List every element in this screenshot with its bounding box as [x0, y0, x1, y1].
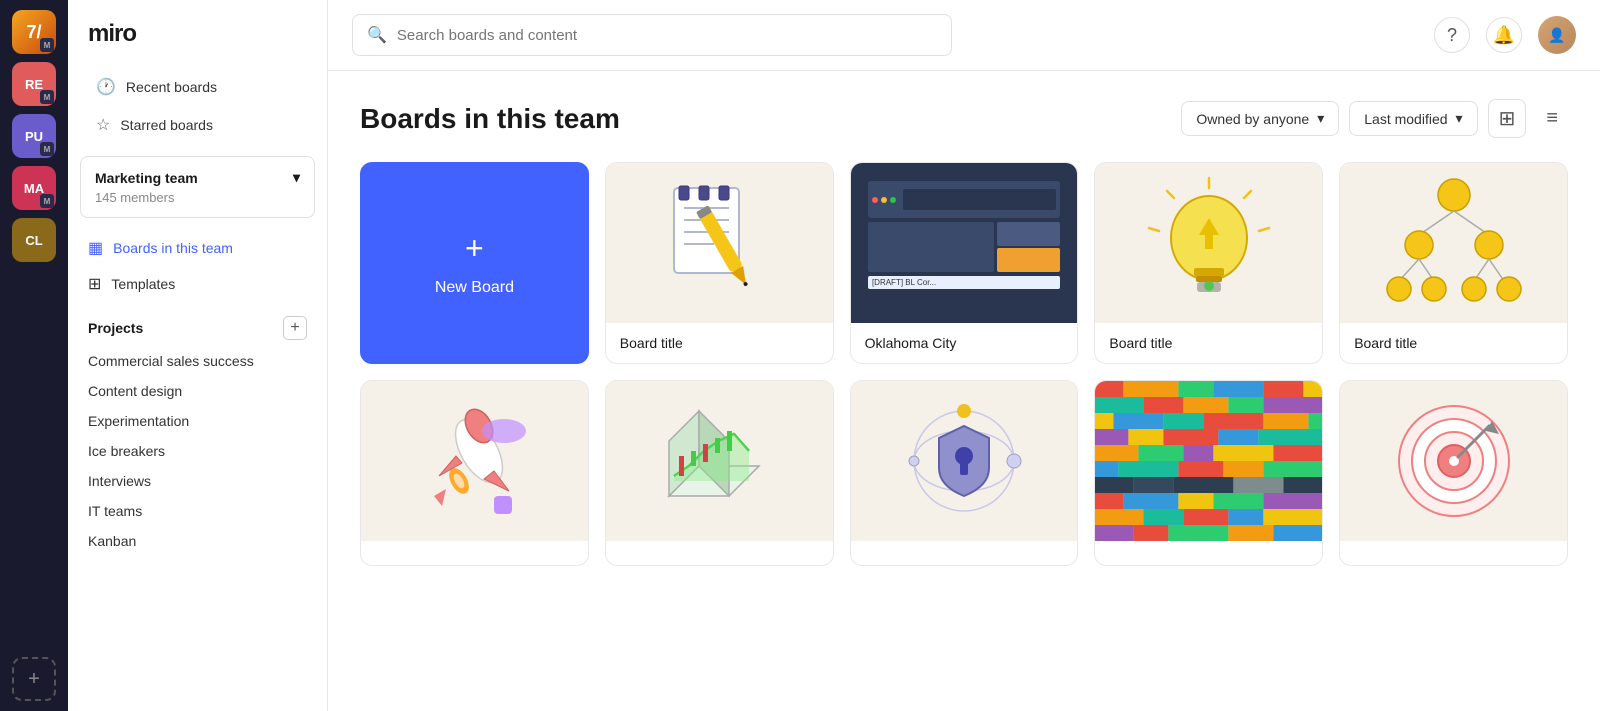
badge-4: M — [40, 194, 54, 208]
help-button[interactable]: ? — [1434, 17, 1470, 53]
badge-1: M — [40, 38, 54, 52]
board-card-7[interactable] — [850, 380, 1079, 566]
sidebar-item-boards-in-team[interactable]: ▦ Boards in this team — [68, 230, 327, 266]
board-card-6[interactable] — [605, 380, 834, 566]
board-thumbnail-7 — [851, 381, 1078, 541]
board-card-4[interactable]: Board title — [1339, 162, 1568, 364]
board-card-3[interactable]: Board title — [1094, 162, 1323, 364]
star-icon: ☆ — [96, 115, 110, 135]
project-item-it-teams[interactable]: IT teams — [68, 496, 327, 526]
board-title-2: Oklahoma City — [865, 335, 1064, 351]
rocket-illustration — [404, 391, 544, 531]
icon-bar: 7/ M RE M PU M MA M CL + — [0, 0, 68, 711]
board-card-8[interactable] — [1094, 380, 1323, 566]
board-title-4: Board title — [1354, 335, 1553, 351]
board-thumbnail-9 — [1340, 381, 1567, 541]
board-card-2[interactable]: [DRAFT] BL Cor... Oklahoma City — [850, 162, 1079, 364]
board-thumbnail-1 — [606, 163, 833, 323]
board-info-5 — [361, 541, 588, 565]
new-board-card[interactable]: + New Board — [360, 162, 589, 364]
board-info-4: Board title — [1340, 323, 1567, 363]
add-project-button[interactable]: + — [283, 316, 307, 340]
more-options-button[interactable]: ≡ — [1536, 101, 1568, 136]
chevron-down-icon: ▾ — [1456, 110, 1463, 127]
board-info-2: Oklahoma City — [851, 323, 1078, 363]
main-area: 🔍 ? 🔔 👤 Boards in this team Owned by any… — [328, 0, 1600, 711]
board-thumbnail-6 — [606, 381, 833, 541]
team-icon-5[interactable]: CL — [12, 218, 56, 262]
team-selector[interactable]: Marketing team ▾ 145 members — [80, 156, 315, 218]
board-title-3: Board title — [1109, 335, 1308, 351]
board-thumbnail-8 — [1095, 381, 1322, 541]
page-title: Boards in this team — [360, 103, 620, 135]
bulb-illustration — [1144, 173, 1274, 313]
user-avatar[interactable]: 👤 — [1538, 16, 1576, 54]
owner-filter-dropdown[interactable]: Owned by anyone ▾ — [1181, 101, 1339, 136]
board-card-1[interactable]: Board title — [605, 162, 834, 364]
mosaic-illustration — [1095, 381, 1322, 541]
chart-illustration — [649, 396, 789, 526]
modified-filter-dropdown[interactable]: Last modified ▾ — [1349, 101, 1477, 136]
board-thumbnail-4 — [1340, 163, 1567, 323]
notepad-illustration — [659, 178, 779, 308]
team-icon-2[interactable]: RE M — [12, 62, 56, 106]
sidebar-item-recent-boards[interactable]: 🕐 Recent boards — [76, 68, 319, 106]
notifications-button[interactable]: 🔔 — [1486, 17, 1522, 53]
sidebar-item-templates[interactable]: ⊞ Templates — [68, 266, 327, 302]
new-board-label: New Board — [435, 279, 514, 297]
project-item-commercial[interactable]: Commercial sales success — [68, 346, 327, 376]
board-card-5[interactable] — [360, 380, 589, 566]
board-thumbnail-3 — [1095, 163, 1322, 323]
project-item-content[interactable]: Content design — [68, 376, 327, 406]
tree-illustration — [1379, 173, 1529, 313]
search-icon: 🔍 — [367, 25, 387, 45]
board-info-9 — [1340, 541, 1567, 565]
header: 🔍 ? 🔔 👤 — [328, 0, 1600, 71]
project-item-icebreakers[interactable]: Ice breakers — [68, 436, 327, 466]
add-team-button[interactable]: + — [12, 657, 56, 701]
board-info-6 — [606, 541, 833, 565]
board-thumbnail-2: [DRAFT] BL Cor... — [851, 163, 1078, 323]
badge-2: M — [40, 90, 54, 104]
team-icon-3[interactable]: PU M — [12, 114, 56, 158]
team-icon-4[interactable]: MA M — [12, 166, 56, 210]
content-header: Boards in this team Owned by anyone ▾ La… — [360, 99, 1568, 138]
board-info-3: Board title — [1095, 323, 1322, 363]
badge-3: M — [40, 142, 54, 156]
board-info-7 — [851, 541, 1078, 565]
team-icon-1[interactable]: 7/ M — [12, 10, 56, 54]
shield-illustration — [899, 396, 1029, 526]
avatar-image: 👤 — [1538, 16, 1576, 54]
project-item-interviews[interactable]: Interviews — [68, 466, 327, 496]
search-bar[interactable]: 🔍 — [352, 14, 952, 56]
plus-icon: + — [465, 230, 484, 267]
app-logo: miro — [68, 20, 327, 68]
chevron-down-icon: ▾ — [1317, 110, 1324, 127]
board-grid: + New Board — [360, 162, 1568, 566]
content-area: Boards in this team Owned by anyone ▾ La… — [328, 71, 1600, 711]
board-title-1: Board title — [620, 335, 819, 351]
board-card-9[interactable] — [1339, 380, 1568, 566]
view-toggle-grid[interactable]: ⊞ — [1488, 99, 1527, 138]
target-illustration — [1389, 396, 1519, 526]
board-thumbnail-5 — [361, 381, 588, 541]
search-input[interactable] — [397, 27, 937, 44]
board-info-1: Board title — [606, 323, 833, 363]
templates-icon: ⊞ — [88, 274, 101, 294]
chevron-down-icon: ▾ — [293, 169, 300, 186]
project-item-experimentation[interactable]: Experimentation — [68, 406, 327, 436]
project-item-kanban[interactable]: Kanban — [68, 526, 327, 556]
board-info-8 — [1095, 541, 1322, 565]
header-icons: ? 🔔 👤 — [1434, 16, 1576, 54]
boards-icon: ▦ — [88, 238, 103, 258]
sidebar-item-starred-boards[interactable]: ☆ Starred boards — [76, 106, 319, 144]
clock-icon: 🕐 — [96, 77, 116, 97]
projects-section: Projects + — [68, 302, 327, 346]
sidebar: miro 🕐 Recent boards ☆ Starred boards Ma… — [68, 0, 328, 711]
controls: Owned by anyone ▾ Last modified ▾ ⊞ ≡ — [1181, 99, 1568, 138]
